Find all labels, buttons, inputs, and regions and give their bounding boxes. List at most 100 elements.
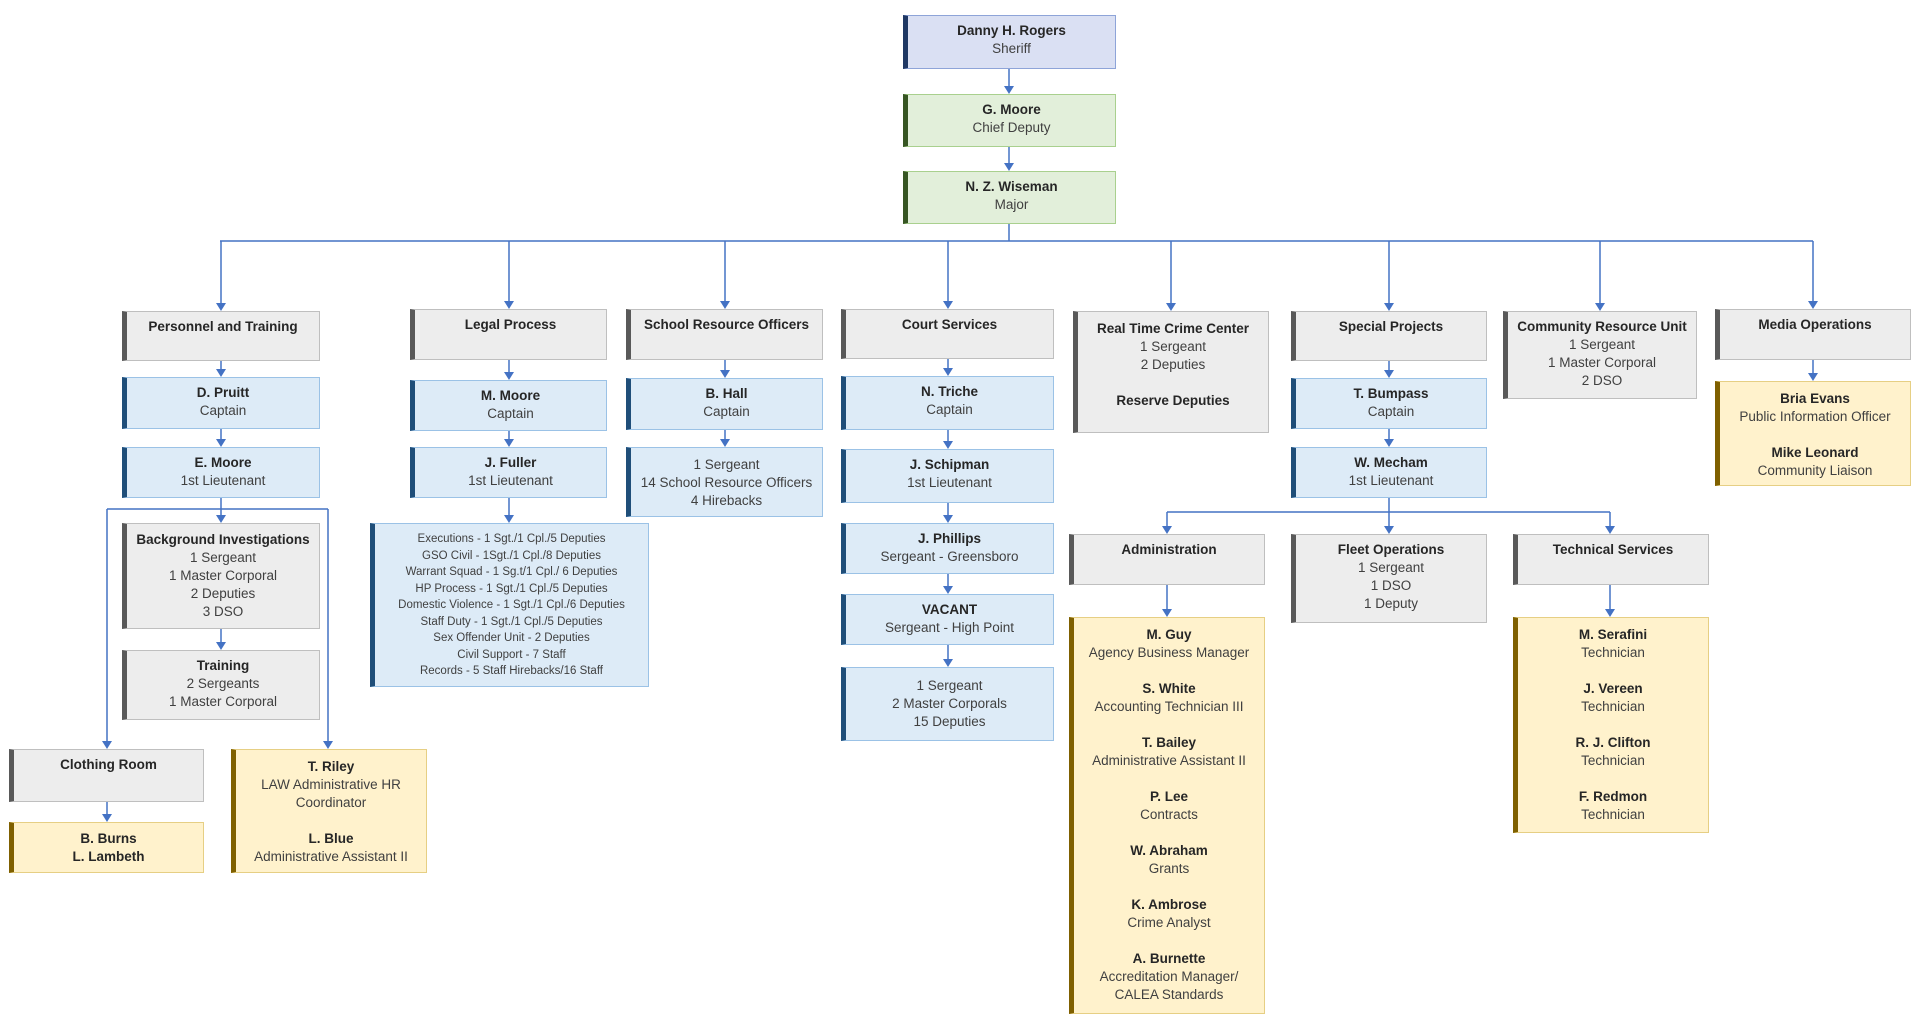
node-heading: Clothing Room [60, 757, 157, 772]
node-heading: Technical Services [1552, 542, 1674, 557]
node-text: 1 Sergeant [693, 457, 760, 472]
node-text: Community Liaison [1757, 463, 1873, 478]
node-text: Accreditation Manager/ [1099, 969, 1239, 984]
node-heading: M. Guy [1146, 627, 1192, 642]
node-heading: L. Lambeth [72, 849, 145, 864]
node-media-staff: Bria Evans Public Information Officer Mike… [1715, 381, 1911, 486]
node-heading: N. Triche [920, 384, 979, 399]
node-n-triche: N. Triche Captain [841, 376, 1054, 430]
arrowhead-icon [1004, 163, 1014, 171]
node-heading: Personnel and Training [148, 319, 298, 334]
node-heading: B. Hall [705, 386, 748, 401]
node-heading: W. Mecham [1354, 455, 1428, 470]
node-text: Sergeant - Greensboro [880, 549, 1019, 564]
node-heading: Special Projects [1338, 319, 1444, 334]
node-text: Public Information Officer [1739, 409, 1891, 424]
node-text: 1st Lieutenant [907, 475, 992, 490]
arrowhead-icon [1384, 370, 1394, 378]
node-text: Technician [1581, 699, 1645, 714]
node-text: 1st Lieutenant [1348, 473, 1434, 488]
node-text: 1 Sergeant [1357, 560, 1425, 575]
node-text: Staff Duty - 1 Sgt./1 Cpl./5 Deputies [420, 615, 603, 628]
node-text: Sex Offender Unit - 2 Deputies [433, 632, 590, 644]
node-text: Grants [1148, 861, 1190, 876]
node-j-phillips: J. Phillips Sergeant - Greensboro [841, 523, 1054, 574]
node-school-resource-officers: School Resource Officers [626, 309, 823, 360]
node-real-time-crime-center: Real Time Crime Center 1 Sergeant 2 Deputi… [1073, 311, 1269, 433]
node-heading: T. Bailey [1141, 735, 1197, 750]
arrowhead-icon [504, 372, 514, 380]
node-heading: J. Schipman [909, 457, 990, 472]
arrowhead-icon [216, 515, 226, 523]
arrowhead-icon [943, 659, 953, 667]
node-heading: J. Vereen [1583, 681, 1643, 696]
node-text: Technician [1581, 645, 1645, 660]
node-text: 4 Hirebacks [690, 493, 763, 508]
node-text: 1st Lieutenant [180, 473, 266, 488]
node-tech-staff: M. Serafini Technician J. Vereen Technician… [1513, 617, 1709, 833]
arrowhead-icon [1605, 609, 1615, 617]
node-training: Training 2 Sergeants 1 Master Corporal [122, 650, 320, 720]
node-heading: B. Burns [80, 831, 137, 846]
node-text: Civil Support - 7 Staff [457, 648, 566, 661]
arrowhead-icon [943, 368, 953, 376]
node-text: 1 Deputy [1363, 596, 1419, 611]
arrowhead-icon [1384, 303, 1394, 311]
node-court-services: Court Services [841, 309, 1054, 359]
node-text: 14 School Resource Officers [640, 475, 813, 490]
node-heading: Legal Process [464, 317, 557, 332]
arrowhead-icon [216, 303, 226, 311]
arrowhead-icon [720, 301, 730, 309]
node-text [1518, 662, 1708, 680]
node-text: Sheriff [992, 41, 1031, 56]
node-text: Records - 5 Staff Hirebacks/16 Staff [419, 665, 604, 677]
arrowhead-icon [1808, 373, 1818, 381]
arrowhead-icon [943, 301, 953, 309]
arrowhead-icon [323, 741, 333, 749]
node-heading: J. Phillips [917, 531, 982, 546]
node-personnel-training: Personnel and Training [122, 311, 320, 361]
node-text: Captain [1367, 404, 1415, 419]
node-sro-staff: 1 Sergeant 14 School Resource Officers 4 H… [626, 447, 823, 517]
node-text: 1 Master Corporal [168, 568, 278, 583]
node-text [1074, 770, 1264, 788]
node-text [1518, 770, 1708, 788]
node-text: Captain [199, 403, 247, 418]
node-text: Accounting Technician III [1094, 699, 1244, 714]
node-heading: T. Bumpass [1353, 386, 1429, 401]
node-heading: Mike Leonard [1771, 445, 1859, 460]
node-text: 1 Sergeant [1568, 337, 1636, 352]
arrowhead-icon [504, 515, 514, 523]
arrowhead-icon [504, 439, 514, 447]
node-heading: M. Moore [480, 388, 541, 403]
node-text: 2 DSO [1581, 373, 1623, 388]
node-text: 2 Master Corporals [892, 696, 1007, 711]
arrowhead-icon [720, 370, 730, 378]
node-technical-services: Technical Services [1513, 534, 1709, 585]
node-text: Agency Business Manager [1088, 645, 1250, 660]
node-e-moore: E. Moore 1st Lieutenant [122, 447, 320, 498]
node-heading: Background Investigations [136, 532, 310, 547]
node-heading: G. Moore [982, 102, 1041, 117]
node-heading: Fleet Operations [1337, 542, 1445, 557]
node-text: 1 Sergeant [1139, 339, 1207, 354]
node-heading: Administration [1121, 542, 1217, 557]
node-w-mecham: W. Mecham 1st Lieutenant [1291, 447, 1487, 498]
node-major: N. Z. Wiseman Major [903, 171, 1116, 224]
node-court-staff: 1 Sergeant 2 Master Corporals 15 Deputies [841, 667, 1054, 741]
node-text [1074, 662, 1264, 680]
arrowhead-icon [216, 369, 226, 377]
node-text: Coordinator [295, 795, 367, 810]
node-text: 2 Deputies [1140, 357, 1206, 372]
node-heading: K. Ambrose [1131, 897, 1207, 912]
arrowhead-icon [1162, 526, 1172, 534]
node-heading: Danny H. Rogers [957, 23, 1066, 38]
node-heading: L. Blue [308, 831, 354, 846]
node-community-resource-unit: Community Resource Unit 1 Sergeant 1 Maste… [1503, 311, 1697, 399]
node-heading: A. Burnette [1132, 951, 1206, 966]
node-heading: VACANT [921, 602, 978, 617]
node-heading: M. Serafini [1578, 627, 1648, 642]
node-heading: Court Services [901, 317, 998, 332]
node-heading: E. Moore [194, 455, 252, 470]
node-text: Administrative Assistant II [254, 849, 408, 864]
